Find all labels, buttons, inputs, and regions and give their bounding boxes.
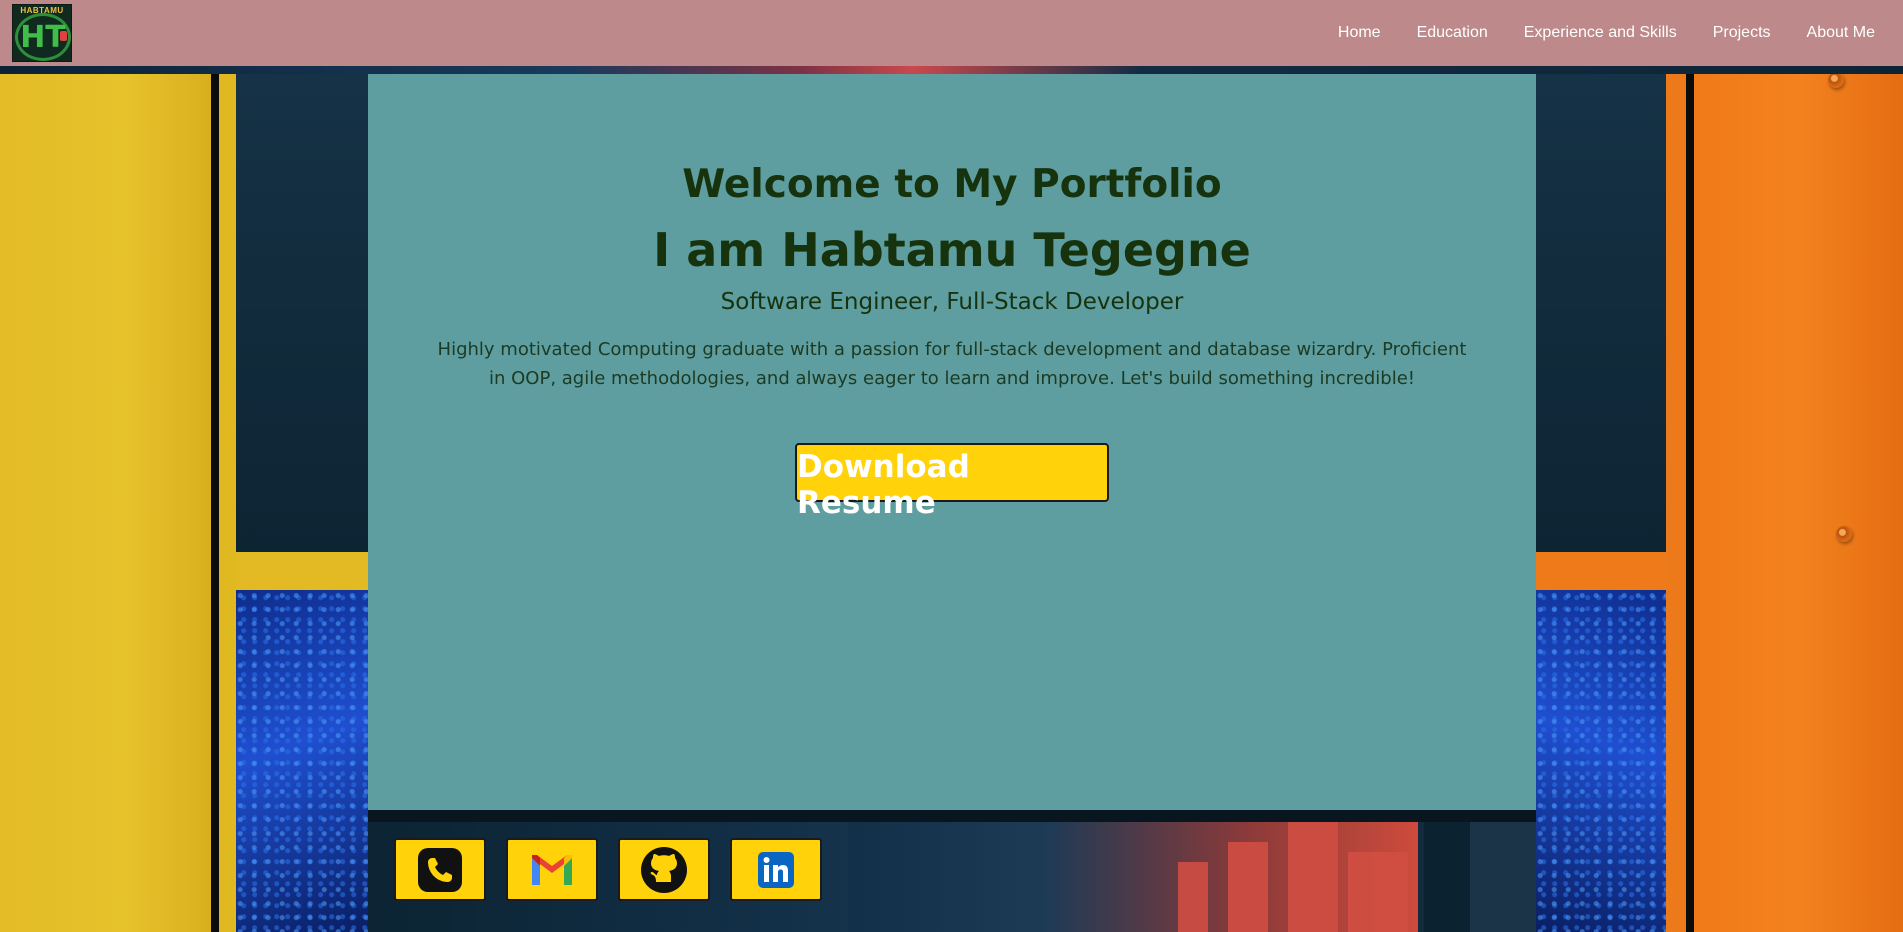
hero-section: Welcome to My Portfolio I am Habtamu Teg… [368,74,1536,810]
contact-buttons [394,838,822,901]
bio-paragraph: Highly motivated Computing graduate with… [437,339,1467,390]
nav-link-projects[interactable]: Projects [1713,24,1771,42]
header-image-strip [0,66,1903,74]
nav-links: Home Education Experience and Skills Pro… [1338,24,1875,42]
download-resume-button[interactable]: Download Resume [795,443,1109,521]
gmail-icon [532,854,572,885]
bolt-decoration [1836,526,1852,542]
divider-bar [211,74,219,932]
github-button[interactable] [618,838,710,901]
strip-edge [368,810,1536,822]
name-heading: I am Habtamu Tegegne [653,222,1251,277]
banner-bar [1348,852,1408,932]
nav-link-experience-and-skills[interactable]: Experience and Skills [1524,24,1677,42]
strip-block [1470,822,1536,932]
logo-accent [60,31,67,41]
gmail-button[interactable] [506,838,598,901]
banner-bar [1288,822,1338,932]
dark-panel-right [1536,74,1666,552]
nav-link-about-me[interactable]: About Me [1807,24,1875,42]
circuit-image-left [236,590,368,932]
contact-strip [368,810,1536,932]
orange-wall-panel [1694,66,1903,932]
linkedin-button[interactable] [730,838,822,901]
orange-band [1536,552,1672,590]
welcome-heading: Welcome to My Portfolio [682,162,1222,207]
role-subtitle: Software Engineer, Full-Stack Developer [720,289,1184,316]
yellow-strip [219,74,236,932]
linkedin-icon [758,851,794,888]
github-icon [641,846,687,893]
divider-bar [1686,74,1694,932]
banner-image [848,822,1418,932]
strip-block [1424,822,1470,932]
nav-link-education[interactable]: Education [1417,24,1488,42]
banner-bar [1178,862,1208,932]
dark-panel-left [236,74,368,552]
phone-button[interactable] [394,838,486,901]
banner-bar [1228,842,1268,932]
circuit-image-right [1536,590,1672,932]
orange-strip [1666,74,1686,932]
yellow-wall-panel [0,0,213,932]
phone-icon [418,847,462,892]
bolt-decoration [1828,72,1844,88]
site-logo[interactable]: HABTAMU HT [12,4,72,62]
navbar: HABTAMU HT Home Education Experience and… [0,0,1903,66]
yellow-band [236,552,368,590]
nav-link-home[interactable]: Home [1338,24,1381,42]
